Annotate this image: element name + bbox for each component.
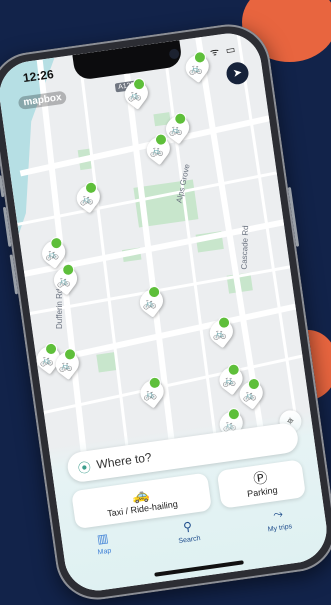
bike-marker[interactable]: 🚲: [135, 285, 168, 318]
tab-my-trips[interactable]: ⤳ My trips: [265, 505, 295, 548]
parking-icon: Ⓟ: [252, 469, 269, 487]
route-icon: ⤳: [272, 506, 284, 522]
mute-switch: [0, 175, 5, 198]
map-icon: ▥: [96, 530, 110, 547]
bike-marker[interactable]: 🚲: [142, 132, 175, 166]
volume-up-button: [2, 206, 12, 247]
search-placeholder: Where to?: [95, 450, 153, 472]
bike-marker[interactable]: 🚲: [37, 236, 70, 269]
power-button: [287, 186, 300, 247]
bicycle-icon: 🚲: [241, 388, 257, 403]
phone-frame: 12:26 • ᯤ ▭ mapbox A1286 ➤ Alps Grove Ca…: [0, 19, 331, 605]
bicycle-icon: 🚲: [57, 359, 74, 374]
bike-marker[interactable]: 🚲: [49, 263, 82, 296]
bicycle-icon: 🚲: [187, 62, 203, 77]
camera-icon: [168, 48, 180, 60]
bike-marker[interactable]: 🚲: [136, 376, 169, 409]
bike-marker[interactable]: 🚲: [72, 181, 105, 214]
tab-map[interactable]: ▥ Map: [95, 531, 114, 573]
bicycle-icon: 🚲: [38, 353, 55, 368]
parking-button[interactable]: Ⓟ Parking: [216, 459, 307, 509]
bicycle-icon: 🚲: [148, 144, 165, 159]
bicycle-icon: 🚲: [142, 387, 158, 402]
parking-label: Parking: [246, 484, 279, 500]
bike-marker[interactable]: 🚲: [51, 347, 84, 381]
bicycle-icon: 🚲: [221, 374, 237, 389]
bike-marker[interactable]: 🚲: [235, 377, 268, 410]
street-label-dufferin-rd: Dufferin Rd: [55, 288, 65, 330]
tab-map-label: Map: [97, 547, 112, 557]
tab-search-label: Search: [178, 535, 202, 546]
tab-search[interactable]: ⚲ Search: [176, 518, 204, 561]
bicycle-icon: 🚲: [56, 274, 72, 289]
volume-down-button: [9, 254, 19, 295]
tab-my-trips-label: My trips: [267, 523, 293, 534]
taxi-icon: 🚕: [130, 485, 151, 505]
bike-marker[interactable]: 🚲: [120, 77, 153, 110]
bicycle-icon: 🚲: [141, 296, 158, 311]
bike-marker[interactable]: 🚲: [205, 315, 238, 349]
bicycle-icon: 🚲: [126, 88, 143, 103]
bicycle-icon: 🚲: [211, 327, 228, 342]
bicycle-icon: 🚲: [168, 123, 184, 138]
bicycle-icon: 🚲: [44, 248, 60, 262]
bike-marker[interactable]: 🚲: [181, 50, 214, 84]
pin-icon: ⦿: [76, 459, 92, 476]
bicycle-icon: 🚲: [78, 192, 95, 207]
street-label-cascade-rd: Cascade Rd: [239, 225, 251, 270]
search-icon: ⚲: [182, 519, 193, 535]
phone-screen: 12:26 • ᯤ ▭ mapbox A1286 ➤ Alps Grove Ca…: [0, 29, 331, 595]
